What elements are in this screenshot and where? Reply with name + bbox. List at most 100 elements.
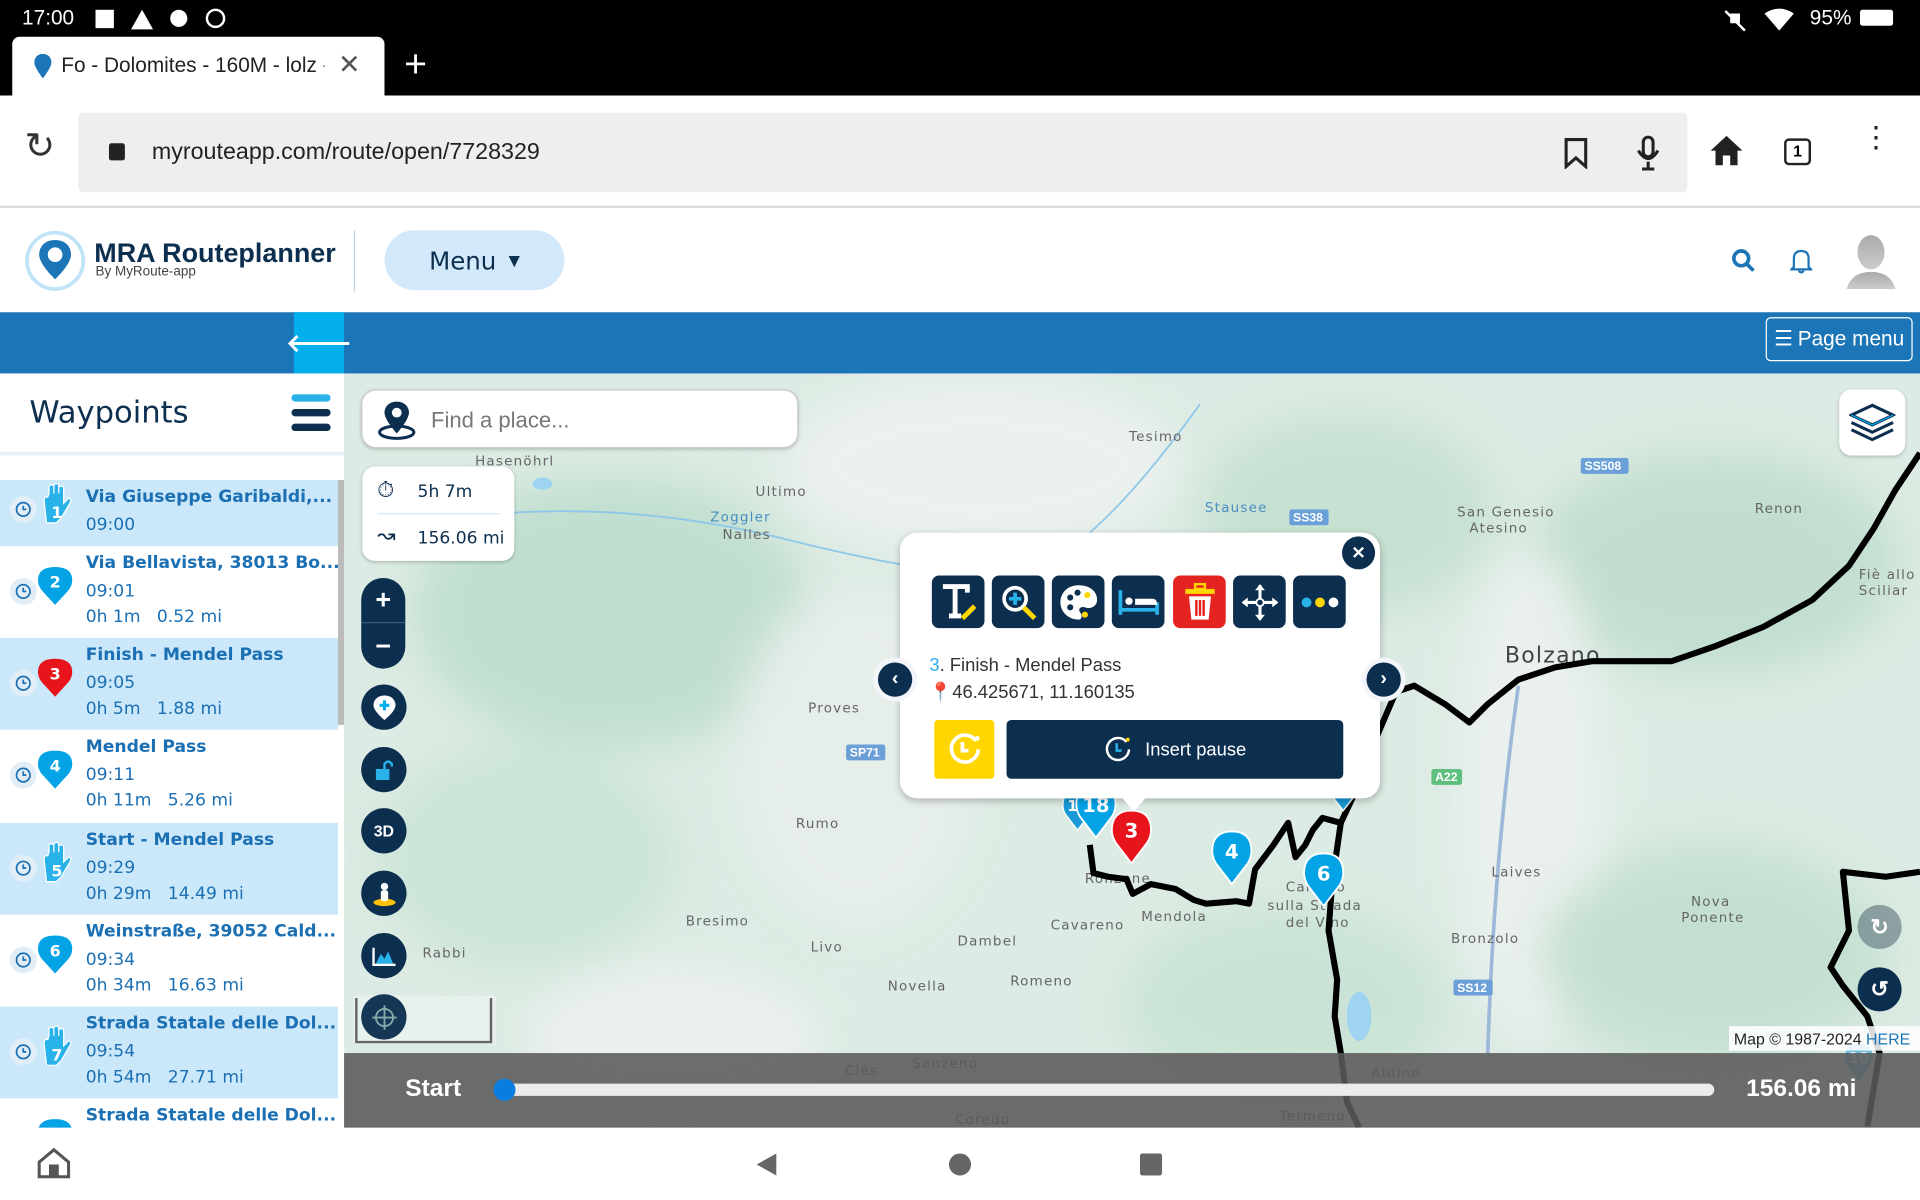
map-waypoint-marker[interactable]: 3 [1110,809,1152,865]
battery-percent: 95% [1809,6,1852,30]
collapse-sidebar-button[interactable]: 🡐 [286,312,352,374]
close-tab-icon[interactable]: ✕ [338,49,361,81]
search-icon[interactable] [1731,249,1755,273]
insert-pause-label: Insert pause [1145,738,1247,760]
back-nav-icon[interactable] [754,1151,778,1178]
notifications-bell-icon[interactable] [1790,247,1813,274]
browser-menu-icon[interactable]: ⋮ [1861,123,1890,152]
waypoint-item[interactable]: 1 Via Giuseppe Garibaldi,... 09:00 [0,480,338,547]
app-home-icon[interactable] [37,1147,71,1179]
insert-pause-button[interactable]: Insert pause [1006,720,1344,779]
move-waypoint-button[interactable] [1233,575,1286,629]
set-time-button[interactable] [9,1038,37,1066]
zoom-to-waypoint-button[interactable] [991,575,1045,629]
waypoint-item[interactable]: 4 Mendel Pass 09:11 0h 11m 5.26 mi [0,730,338,822]
waypoint-item[interactable]: 3 Finish - Mendel Pass 09:05 0h 5m 1.88 mi [0,637,338,730]
microphone-icon[interactable] [1635,135,1662,172]
3d-view-button[interactable]: 3D [361,808,407,854]
mra-logo[interactable] [24,230,88,291]
pegman-icon [372,882,395,906]
waypoints-title: Waypoints [29,394,189,430]
elevation-profile-button[interactable] [361,933,407,979]
map-place-label: Fiè allo [1859,567,1916,583]
find-place-input[interactable] [431,402,787,438]
popup-waypoint-title: 3. Finish - Mendel Pass [929,655,1121,676]
more-dots-icon [1301,596,1338,607]
waypoint-title: Strada Statale delle Dol... [85,1105,337,1126]
page-menu-button[interactable]: ☰ Page menu [1765,317,1913,362]
bookmark-icon[interactable] [1564,137,1588,169]
map-place-label: San Genesio [1457,506,1555,521]
waypoint-item[interactable]: 5 Start - Mendel Pass 09:29 0h 29m 14.49 mi [0,822,338,915]
add-waypoint-button[interactable] [361,684,407,730]
set-time-button[interactable] [9,495,37,523]
more-options-button[interactable] [1293,575,1346,629]
new-tab-icon[interactable]: + [404,42,427,87]
delete-waypoint-button[interactable] [1173,575,1226,629]
undo-icon: ↺ [1870,976,1889,1002]
tab-switcher-button[interactable]: 1 [1784,138,1812,166]
set-time-button[interactable] [9,577,37,605]
lock-map-button[interactable] [361,746,407,793]
home-icon[interactable] [1709,135,1743,167]
recents-nav-icon[interactable] [1140,1153,1163,1176]
tab-favicon-icon [34,53,52,79]
undo-button[interactable]: ↺ [1857,967,1902,1012]
clock-icon [15,675,31,691]
waypoint-title: Via Bellavista, 38013 Bo... [85,553,340,574]
road-badge-label: SS12 [1457,981,1487,995]
user-avatar[interactable] [1846,233,1896,289]
set-time-button[interactable] [9,946,37,974]
zoom-in-button[interactable]: + [361,578,406,624]
popup-pointer [1121,797,1147,812]
map-place-label: sulla Strada [1267,899,1362,914]
reload-icon[interactable]: ↻ [24,125,55,168]
add-pin-icon [372,694,395,720]
browser-tab[interactable]: Fo - Dolomites - 160M - lolz - ✕ [12,36,385,96]
waypoint-title: Via Giuseppe Garibaldi,... [85,487,333,507]
home-nav-icon[interactable] [948,1153,972,1176]
set-time-button[interactable] [9,761,37,789]
slider-track[interactable] [504,1083,1715,1096]
address-bar[interactable]: myrouteapp.com/route/open/7728329 [78,112,1688,193]
close-popup-button[interactable]: ✕ [1342,536,1376,570]
zoom-out-button[interactable]: − [361,623,405,668]
locate-me-button[interactable] [361,994,407,1040]
slider-start-label: Start [405,1075,462,1103]
redo-button[interactable]: ↻ [1857,904,1902,949]
waypoint-item[interactable]: 6 Weinstraße, 39052 Cald... 09:34 0h 34m 16… [0,915,338,1007]
map-place-label: Rumo [796,817,840,832]
menu-button[interactable]: Menu ▼ [384,230,565,291]
waypoint-title: Strada Statale delle Dol... [85,1013,337,1034]
timer-icon [1106,736,1131,762]
set-time-button[interactable] [9,669,37,697]
waypoint-item[interactable]: 2 Via Bellavista, 38013 Bo... 09:01 0h 1m 0… [0,546,340,638]
street-view-button[interactable] [361,870,407,916]
map-place-label: Atesino [1469,522,1528,537]
pause-timer-button[interactable] [934,720,995,779]
caret-down-icon: ▼ [508,251,520,269]
route-distance: 156.06 mi [417,528,505,549]
waypoint-item[interactable]: 8 Strada Statale delle Dol... [0,1098,338,1128]
here-link[interactable]: HERE [1866,1030,1910,1048]
change-color-button[interactable] [1051,575,1105,629]
map-canvas[interactable]: Tesimo Ultimo Zoggler Stausee Nalles San Gene… [344,373,1920,1128]
svg-text:6: 6 [50,941,61,960]
edit-name-button[interactable] [931,575,985,629]
set-time-button[interactable] [9,854,37,882]
previous-waypoint-button[interactable]: ‹ [873,657,918,702]
next-waypoint-button[interactable]: › [1361,657,1406,702]
map-layers-button[interactable] [1839,389,1906,456]
waypoints-menu-icon[interactable] [291,394,331,432]
waypoint-marker-icon: 8 [37,1116,74,1128]
marker-number: 3 [1125,820,1139,843]
slider-handle[interactable] [493,1078,516,1101]
waypoints-header: Waypoints [0,373,345,456]
marker-number: 4 [1225,840,1239,863]
overnight-stay-button[interactable] [1111,575,1165,629]
place-search-box[interactable] [361,389,799,449]
popup-waypoint-index: 3 [929,655,940,676]
waypoint-item[interactable]: 7 Strada Statale delle Dol... 09:54 0h 54m … [0,1006,338,1099]
map-waypoint-marker[interactable]: 4 [1211,830,1253,886]
waypoint-time: 09:34 [85,950,136,970]
